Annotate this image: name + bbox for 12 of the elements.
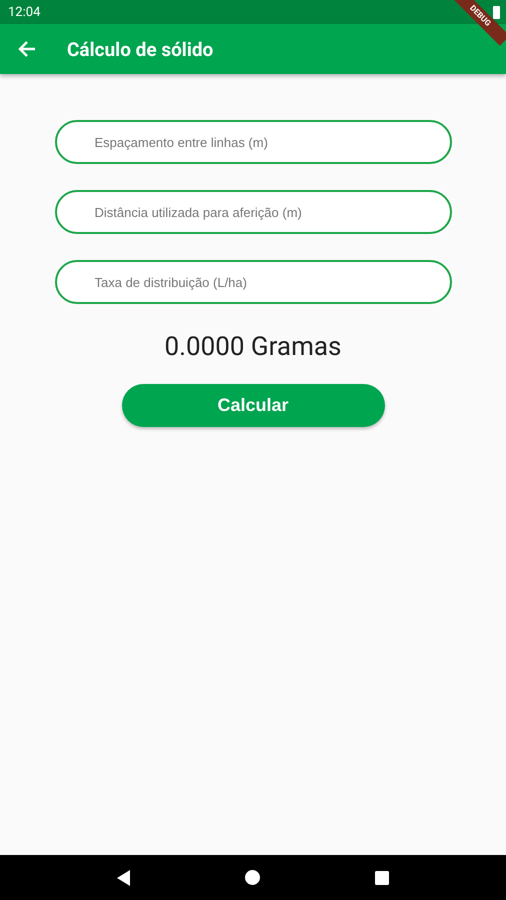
battery-icon bbox=[493, 6, 500, 18]
back-icon[interactable] bbox=[117, 870, 132, 886]
input-field[interactable]: Taxa de distribuição (L/ha) bbox=[54, 260, 452, 304]
recents-icon[interactable] bbox=[374, 870, 389, 884]
app-bar-title: Cálculo de sólido bbox=[67, 38, 214, 60]
result-text: 0.0000 Gramas bbox=[164, 332, 342, 362]
input-field[interactable]: Distância utilizada para aferição (m) bbox=[54, 190, 452, 234]
input-field[interactable]: Espaçamento entre linhas (m) bbox=[54, 120, 452, 164]
status-time: 12:04 bbox=[8, 4, 40, 20]
calculate-button[interactable]: Calcular bbox=[122, 384, 384, 427]
back-arrow-icon[interactable] bbox=[17, 39, 37, 59]
home-icon[interactable] bbox=[245, 870, 260, 885]
